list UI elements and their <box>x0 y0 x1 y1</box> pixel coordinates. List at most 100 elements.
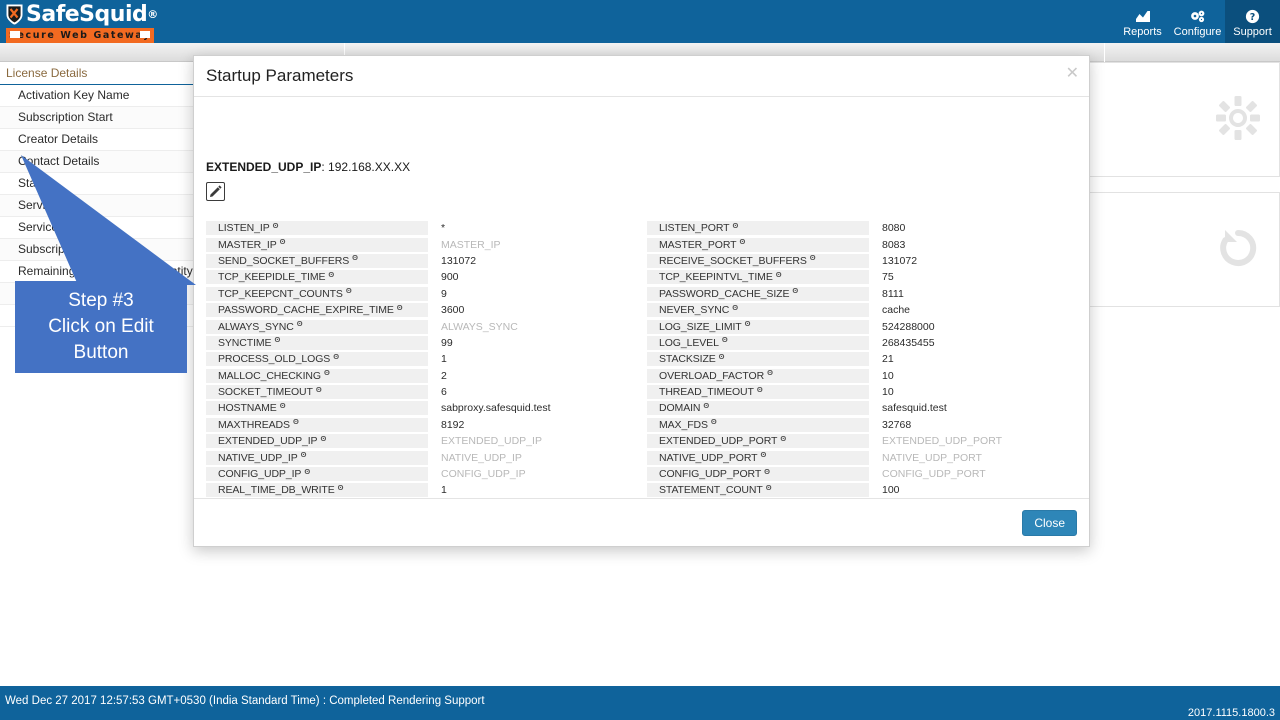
info-icon[interactable]: ʘ <box>304 467 310 476</box>
info-icon[interactable]: ʘ <box>338 483 344 492</box>
parameter-name: NATIVE_UDP_IP ʘ <box>206 450 428 465</box>
parameter-name-text: STACKSIZE <box>659 353 716 366</box>
parameter-name: SOCKET_TIMEOUT ʘ <box>206 385 428 400</box>
parameter-row: MASTER_IP ʘ MASTER_IP <box>206 236 637 252</box>
close-button[interactable]: Close <box>1022 510 1077 536</box>
parameters-column-right: LISTEN_PORT ʘ 8080 MASTER_PORT ʘ 8083 RECEIVE_… <box>647 220 1078 531</box>
chart-icon <box>1135 8 1151 25</box>
parameter-row: MALLOC_CHECKING ʘ 2 <box>206 368 637 384</box>
parameter-name-text: OVERLOAD_FACTOR <box>659 369 765 382</box>
info-icon[interactable]: ʘ <box>397 303 403 312</box>
info-icon[interactable]: ʘ <box>280 401 286 410</box>
parameter-name-text: STATEMENT_COUNT <box>659 484 763 497</box>
info-icon[interactable]: ʘ <box>711 417 717 426</box>
parameter-row: RECEIVE_SOCKET_BUFFERS ʘ 131072 <box>647 253 1078 269</box>
nav-item-support[interactable]: ? Support <box>1225 0 1280 43</box>
info-icon[interactable]: ʘ <box>297 319 303 328</box>
edit-button[interactable] <box>206 182 225 201</box>
nav-label-configure: Configure <box>1173 26 1222 38</box>
brand-logo[interactable]: SafeSquid ® Secure Web Gateway <box>6 1 158 43</box>
info-icon[interactable]: ʘ <box>346 286 352 295</box>
parameter-row: TCP_KEEPIDLE_TIME ʘ 900 <box>206 269 637 285</box>
parameter-value: MASTER_IP <box>441 238 501 251</box>
parameter-row: SEND_SOCKET_BUFFERS ʘ 131072 <box>206 253 637 269</box>
parameter-value: 10 <box>882 386 894 399</box>
parameter-value: sabproxy.safesquid.test <box>441 402 551 415</box>
parameters-columns: LISTEN_IP ʘ * MASTER_IP ʘ MASTER_IP SEND_SOCKE… <box>206 220 1079 531</box>
parameter-row: PASSWORD_CACHE_EXPIRE_TIME ʘ 3600 <box>206 302 637 318</box>
parameter-name: MASTER_IP ʘ <box>206 237 428 252</box>
nav-item-reports[interactable]: Reports <box>1115 0 1170 43</box>
parameter-name: MAX_FDS ʘ <box>647 417 869 432</box>
brand-name-row: SafeSquid ® <box>6 1 158 27</box>
info-icon[interactable]: ʘ <box>293 417 299 426</box>
parameter-name-text: PASSWORD_CACHE_SIZE <box>659 287 790 300</box>
info-icon[interactable]: ʘ <box>776 270 782 279</box>
info-icon[interactable]: ʘ <box>328 270 334 279</box>
parameter-value: 99 <box>441 336 453 349</box>
info-icon[interactable]: ʘ <box>352 253 358 262</box>
parameter-name: MALLOC_CHECKING ʘ <box>206 368 428 383</box>
info-icon[interactable]: ʘ <box>732 221 738 230</box>
info-icon[interactable]: ʘ <box>274 335 280 344</box>
parameter-row: NATIVE_UDP_IP ʘ NATIVE_UDP_IP <box>206 449 637 465</box>
parameter-value: 1 <box>441 353 447 366</box>
info-icon[interactable]: ʘ <box>810 253 816 262</box>
footer-bar: Wed Dec 27 2017 12:57:53 GMT+0530 (India… <box>0 686 1280 720</box>
info-icon[interactable]: ʘ <box>766 483 772 492</box>
parameter-name-text: TCP_KEEPCNT_COUNTS <box>218 287 343 300</box>
parameter-name-text: ALWAYS_SYNC <box>218 320 294 333</box>
info-icon[interactable]: ʘ <box>780 434 786 443</box>
info-icon[interactable]: ʘ <box>757 385 763 394</box>
gear-icon <box>1215 95 1261 146</box>
parameter-name-text: REAL_TIME_DB_WRITE <box>218 484 335 497</box>
parameter-name-text: LISTEN_PORT <box>659 222 730 235</box>
parameter-value: NATIVE_UDP_IP <box>441 451 522 464</box>
parameter-row: EXTENDED_UDP_PORT ʘ EXTENDED_UDP_PORT <box>647 433 1078 449</box>
startup-parameters-modal: Startup Parameters ✕ EXTENDED_UDP_IP: 19… <box>193 55 1090 547</box>
parameter-row: SOCKET_TIMEOUT ʘ 6 <box>206 384 637 400</box>
parameter-name-text: EXTENDED_UDP_PORT <box>659 435 778 448</box>
extended-udp-ip-value: : 192.168.XX.XX <box>321 160 411 174</box>
info-icon[interactable]: ʘ <box>732 303 738 312</box>
app-root: SafeSquid ® Secure Web Gateway Reports C… <box>0 0 1280 720</box>
parameter-name-text: SEND_SOCKET_BUFFERS <box>218 254 350 267</box>
brand-tagline: Secure Web Gateway <box>6 28 154 43</box>
parameter-name: HOSTNAME ʘ <box>206 401 428 416</box>
info-icon[interactable]: ʘ <box>703 401 709 410</box>
brand-name-text: SafeSquid <box>26 1 148 27</box>
parameter-value: 2 <box>441 369 447 382</box>
info-icon[interactable]: ʘ <box>320 434 326 443</box>
info-icon[interactable]: ʘ <box>745 319 751 328</box>
parameter-name: EXTENDED_UDP_PORT ʘ <box>647 434 869 449</box>
parameter-row: MAXTHREADS ʘ 8192 <box>206 417 637 433</box>
info-icon[interactable]: ʘ <box>333 352 339 361</box>
parameter-value: 900 <box>441 271 459 284</box>
info-icon[interactable]: ʘ <box>324 368 330 377</box>
parameter-name-text: CONFIG_UDP_PORT <box>659 468 762 481</box>
info-icon[interactable]: ʘ <box>301 450 307 459</box>
parameter-row: TCP_KEEPINTVL_TIME ʘ 75 <box>647 269 1078 285</box>
info-icon[interactable]: ʘ <box>739 237 745 246</box>
info-icon[interactable]: ʘ <box>760 450 766 459</box>
parameter-name: OVERLOAD_FACTOR ʘ <box>647 368 869 383</box>
parameter-value: 75 <box>882 271 894 284</box>
parameter-name: EXTENDED_UDP_IP ʘ <box>206 434 428 449</box>
info-icon[interactable]: ʘ <box>722 335 728 344</box>
parameter-name: ALWAYS_SYNC ʘ <box>206 319 428 334</box>
parameter-value: 131072 <box>882 254 918 267</box>
parameter-row: TCP_KEEPCNT_COUNTS ʘ 9 <box>206 286 637 302</box>
parameter-row: CONFIG_UDP_IP ʘ CONFIG_UDP_IP <box>206 466 637 482</box>
info-icon[interactable]: ʘ <box>764 467 770 476</box>
nav-item-configure[interactable]: Configure <box>1170 0 1225 43</box>
info-icon[interactable]: ʘ <box>316 385 322 394</box>
info-icon[interactable]: ʘ <box>719 352 725 361</box>
info-icon[interactable]: ʘ <box>280 237 286 246</box>
close-icon[interactable]: ✕ <box>1066 65 1079 81</box>
parameter-value: EXTENDED_UDP_IP <box>441 435 542 448</box>
info-icon[interactable]: ʘ <box>792 286 798 295</box>
info-icon[interactable]: ʘ <box>273 221 279 230</box>
info-icon[interactable]: ʘ <box>767 368 773 377</box>
parameter-row: LISTEN_PORT ʘ 8080 <box>647 220 1078 236</box>
parameter-name: THREAD_TIMEOUT ʘ <box>647 385 869 400</box>
